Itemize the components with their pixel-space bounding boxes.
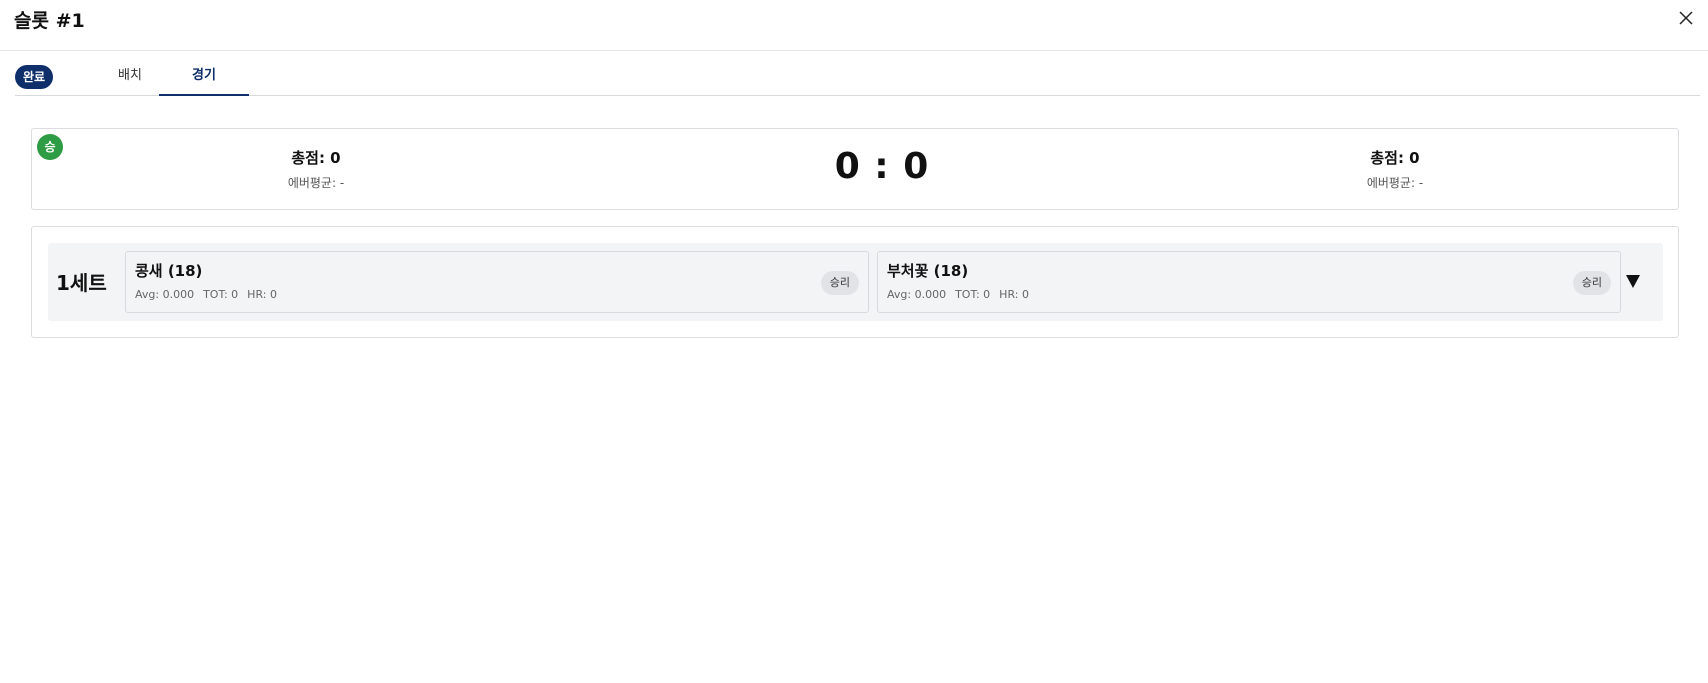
score-summary-card: 승 총점: 0 에버평균: - 0 : 0 총점: 0 에버평균: - [31, 128, 1679, 210]
sets-card: 1세트 콩새 (18) Avg: 0.000 TOT: 0 HR: 0 승리 부처꽃… [31, 226, 1679, 338]
modal-title: 슬롯 #1 [14, 10, 85, 32]
player-tot: TOT: 0 [203, 288, 239, 301]
left-team-summary: 총점: 0 에버평균: - [166, 147, 466, 191]
status-badge: 완료 [15, 65, 54, 89]
player-stats: Avg: 0.000 TOT: 0 HR: 0 [135, 288, 286, 301]
player-tot: TOT: 0 [955, 288, 991, 301]
expand-set-button[interactable] [1625, 273, 1641, 289]
result-chip: 승리 [820, 271, 859, 295]
left-average: 에버평균: - [287, 176, 345, 190]
player-hr: HR: 0 [247, 288, 277, 301]
player-avg: Avg: 0.000 [135, 288, 195, 301]
player-hr: HR: 0 [999, 288, 1029, 301]
player-name: 부처꽃 (18) [887, 262, 969, 280]
player-card: 부처꽃 (18) Avg: 0.000 TOT: 0 HR: 0 승리 [877, 251, 1621, 313]
player-avg: Avg: 0.000 [887, 288, 947, 301]
close-button[interactable] [1676, 8, 1696, 28]
player-stats: Avg: 0.000 TOT: 0 HR: 0 [887, 288, 1038, 301]
player-card: 콩새 (18) Avg: 0.000 TOT: 0 HR: 0 승리 [125, 251, 869, 313]
player-name: 콩새 (18) [135, 262, 203, 280]
tab-match[interactable]: 경기 [159, 58, 249, 96]
right-team-summary: 총점: 0 에버평균: - [1245, 147, 1545, 191]
right-average: 에버평균: - [1366, 176, 1424, 190]
set-row[interactable]: 1세트 콩새 (18) Avg: 0.000 TOT: 0 HR: 0 승리 부처꽃… [48, 243, 1663, 321]
left-total-score: 총점: 0 [291, 149, 341, 167]
tab-bar: 완료 배치 경기 [15, 58, 1700, 96]
set-label: 1세트 [56, 271, 107, 295]
win-badge: 승 [37, 134, 63, 160]
close-icon [1679, 11, 1693, 25]
match-scoreline: 0 : 0 [834, 146, 930, 187]
modal-header: 슬롯 #1 [0, 0, 1708, 51]
triangle-down-icon [1626, 275, 1640, 288]
result-chip: 승리 [1572, 271, 1611, 295]
right-total-score: 총점: 0 [1370, 149, 1420, 167]
